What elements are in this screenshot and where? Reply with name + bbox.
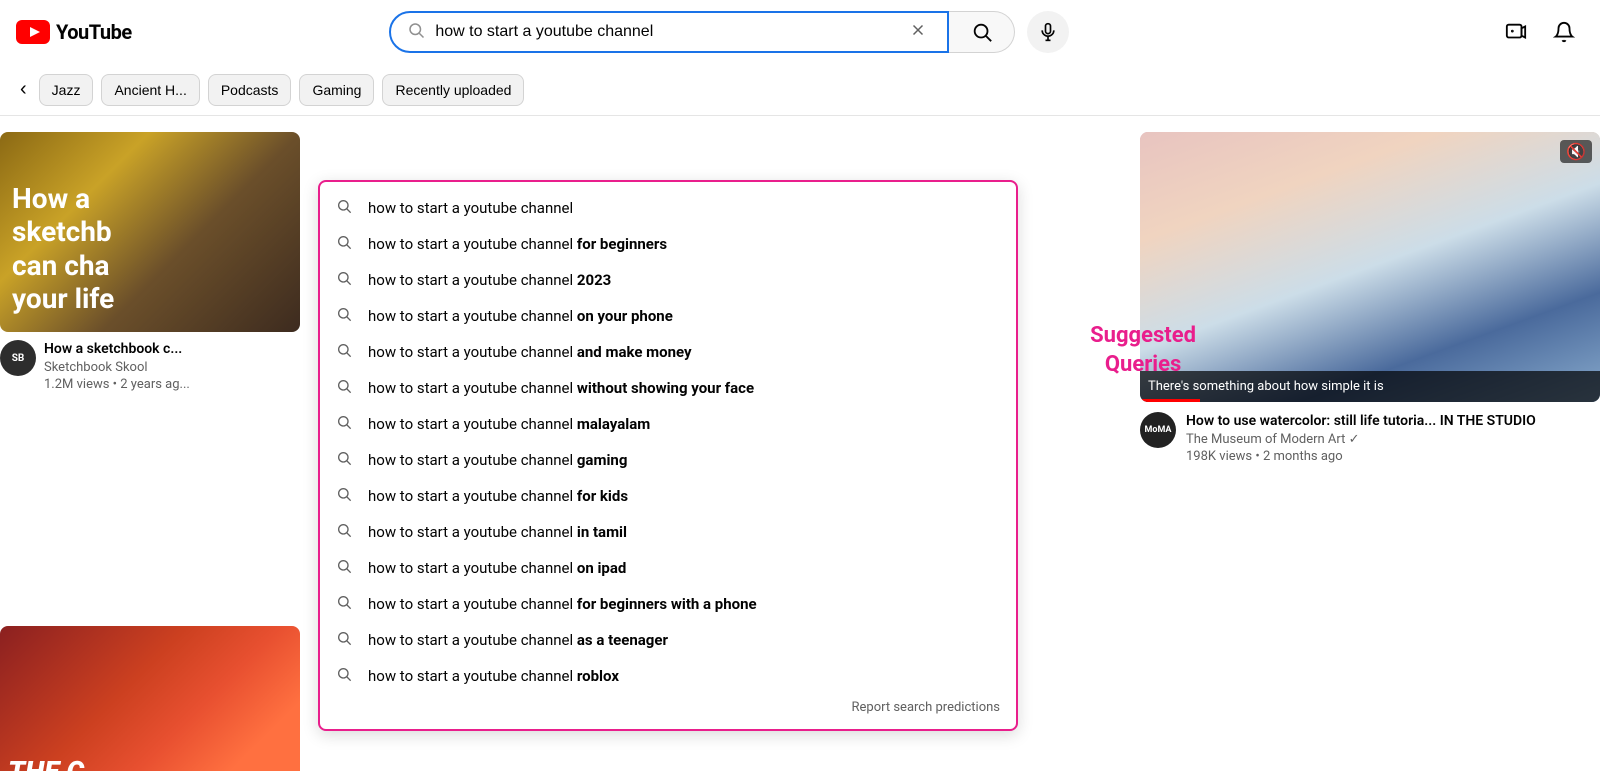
sketchbook-avatar: SB: [0, 340, 36, 376]
autocomplete-item-8[interactable]: how to start a youtube channel for kids: [320, 478, 1016, 514]
search-icon-4: [336, 342, 352, 362]
autocomplete-item-2[interactable]: how to start a youtube channel 2023: [320, 262, 1016, 298]
left-video-thumbnail[interactable]: How a sketchb can cha your life: [0, 132, 300, 332]
search-icon-0: [336, 198, 352, 218]
search-icon-8: [336, 486, 352, 506]
query-text-11: how to start a youtube channel for begin…: [368, 595, 1000, 613]
left-video-meta: How a sketchbook c... Sketchbook Skool 1…: [44, 340, 312, 392]
youtube-wordmark: YouTube: [56, 20, 132, 44]
filter-chip-podcasts[interactable]: Podcasts: [208, 74, 292, 106]
autocomplete-item-10[interactable]: how to start a youtube channel on ipad: [320, 550, 1016, 586]
autocomplete-item-6[interactable]: how to start a youtube channel malayalam: [320, 406, 1016, 442]
right-video-meta: How to use watercolor: still life tutori…: [1186, 412, 1600, 464]
query-text-6: how to start a youtube channel malayalam: [368, 415, 1000, 433]
query-text-12: how to start a youtube channel as a teen…: [368, 631, 1000, 649]
search-container: [389, 11, 1069, 53]
autocomplete-item-12[interactable]: how to start a youtube channel as a teen…: [320, 622, 1016, 658]
clear-search-button[interactable]: [905, 17, 931, 48]
query-text-2: how to start a youtube channel 2023: [368, 271, 1000, 289]
query-text-13: how to start a youtube channel roblox: [368, 667, 1000, 685]
autocomplete-item-1[interactable]: how to start a youtube channel for begin…: [320, 226, 1016, 262]
autocomplete-dropdown: how to start a youtube channel how to st…: [318, 180, 1018, 731]
right-video-title: How to use watercolor: still life tutori…: [1186, 412, 1600, 430]
left-video-stats: 1.2M views • 2 years ag...: [44, 377, 312, 392]
logo-area: YouTube: [16, 20, 176, 44]
filter-chip-ancient-history[interactable]: Ancient H...: [101, 74, 199, 106]
main-content: How a sketchb can cha your life SB How a…: [0, 116, 1600, 771]
search-icon-6: [336, 414, 352, 434]
autocomplete-item-9[interactable]: how to start a youtube channel in tamil: [320, 514, 1016, 550]
search-icon-3: [336, 306, 352, 326]
right-video-channel: The Museum of Modern Art ✓: [1186, 432, 1600, 447]
search-icon-1: [336, 234, 352, 254]
search-icon-11: [336, 594, 352, 614]
right-video-stats: 198K views • 2 months ago: [1186, 449, 1600, 464]
report-search-predictions-link[interactable]: Report search predictions: [320, 694, 1016, 721]
bottom-card-overlay-text: THE C: [8, 755, 84, 771]
query-text-9: how to start a youtube channel in tamil: [368, 523, 1000, 541]
video-card-right[interactable]: 🔇 There's something about how simple it …: [1140, 132, 1600, 464]
video-card-left[interactable]: How a sketchb can cha your life SB How a…: [0, 132, 320, 392]
header: YouTube: [0, 0, 1600, 64]
search-input[interactable]: [435, 23, 905, 41]
search-icon-2: [336, 270, 352, 290]
notifications-button[interactable]: [1544, 12, 1584, 52]
muted-icon: 🔇: [1560, 140, 1592, 163]
search-icon-left: [407, 21, 425, 43]
search-bar: [389, 11, 949, 53]
filter-chip-recently-uploaded[interactable]: Recently uploaded: [382, 74, 524, 106]
autocomplete-item-7[interactable]: how to start a youtube channel gaming: [320, 442, 1016, 478]
bottom-left-thumbnail[interactable]: THE C: [0, 626, 300, 771]
query-text-0: how to start a youtube channel: [368, 199, 1000, 217]
search-icon-13: [336, 666, 352, 686]
left-video-channel: Sketchbook Skool: [44, 360, 312, 375]
left-video-info: SB How a sketchbook c... Sketchbook Skoo…: [0, 340, 320, 392]
query-text-5: how to start a youtube channel without s…: [368, 379, 1000, 397]
query-text-8: how to start a youtube channel for kids: [368, 487, 1000, 505]
search-icon-5: [336, 378, 352, 398]
search-submit-button[interactable]: [949, 11, 1015, 53]
right-video-overlay: There's something about how simple it is: [1140, 371, 1600, 402]
search-icon-7: [336, 450, 352, 470]
voice-search-button[interactable]: [1027, 11, 1069, 53]
autocomplete-item-0[interactable]: how to start a youtube channel: [320, 190, 1016, 226]
autocomplete-item-3[interactable]: how to start a youtube channel on your p…: [320, 298, 1016, 334]
filters-bar: ‹ Jazz Ancient H... Podcasts Gaming Rece…: [0, 64, 1600, 116]
search-icon-10: [336, 558, 352, 578]
filter-back-arrow[interactable]: ‹: [16, 74, 31, 105]
moma-avatar: MoMA: [1140, 412, 1176, 448]
query-text-10: how to start a youtube channel on ipad: [368, 559, 1000, 577]
query-text-3: how to start a youtube channel on your p…: [368, 307, 1000, 325]
youtube-logo-icon: [16, 20, 50, 44]
query-text-4: how to start a youtube channel and make …: [368, 343, 1000, 361]
query-text-7: how to start a youtube channel gaming: [368, 451, 1000, 469]
autocomplete-item-4[interactable]: how to start a youtube channel and make …: [320, 334, 1016, 370]
query-text-1: how to start a youtube channel for begin…: [368, 235, 1000, 253]
right-video-info: MoMA How to use watercolor: still life t…: [1140, 412, 1600, 464]
left-video-title: How a sketchbook c...: [44, 340, 312, 358]
filter-chip-jazz[interactable]: Jazz: [39, 74, 94, 106]
left-video-thumb-text: How a sketchb can cha your life: [12, 182, 114, 316]
search-icon-12: [336, 630, 352, 650]
filter-chip-gaming[interactable]: Gaming: [299, 74, 374, 106]
header-actions: [1496, 12, 1584, 52]
video-card-bottom-left[interactable]: THE C: [0, 626, 300, 771]
autocomplete-item-5[interactable]: how to start a youtube channel without s…: [320, 370, 1016, 406]
create-button[interactable]: [1496, 12, 1536, 52]
right-video-thumbnail[interactable]: 🔇 There's something about how simple it …: [1140, 132, 1600, 402]
search-icon-9: [336, 522, 352, 542]
autocomplete-item-13[interactable]: how to start a youtube channel roblox: [320, 658, 1016, 694]
autocomplete-item-11[interactable]: how to start a youtube channel for begin…: [320, 586, 1016, 622]
